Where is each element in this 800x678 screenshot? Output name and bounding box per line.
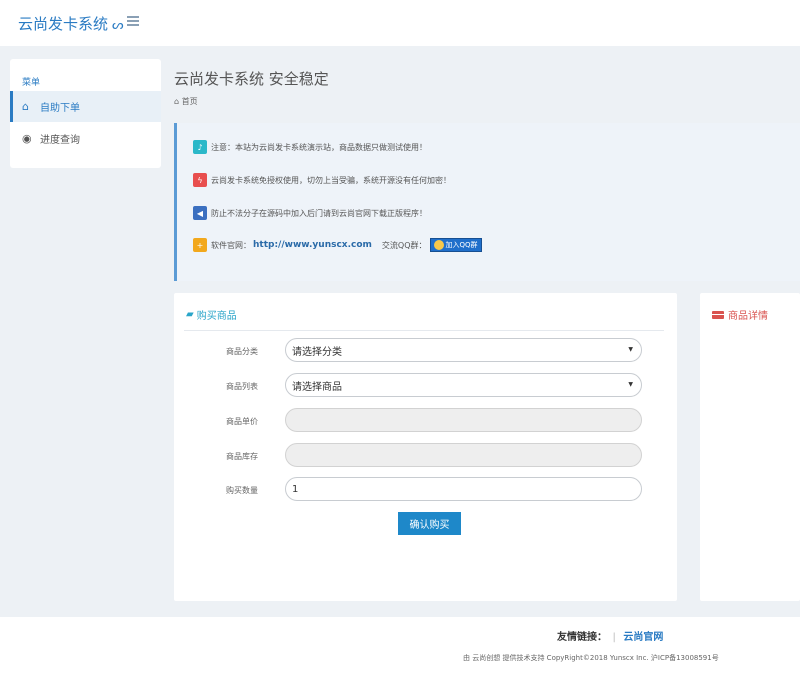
join-qq-button[interactable]: 加入QQ群 <box>429 238 482 252</box>
notice-row: ♪ 注意：本站为云尚发卡系统演示站，商品数据只做测试使用！ <box>193 140 427 154</box>
qq-label: 交流QQ群： <box>381 240 427 250</box>
sidebar-title: 菜单 <box>22 78 41 88</box>
quantity-label: 购买数量 <box>226 486 258 495</box>
top-bar: 云尚发卡系统 ᔕ <box>0 0 800 46</box>
breadcrumb-home[interactable]: 首页 <box>182 97 198 106</box>
footer: 友情链接： | 云尚官网 由 云尚创想 提供技术支持 CopyRight©201… <box>0 617 800 678</box>
notice-text: 云尚发卡系统免授权使用，切勿上当受骗，系统开源没有任何加密！ <box>211 175 451 185</box>
confirm-buy-button[interactable]: 确认购买 <box>398 512 461 535</box>
buy-panel-title: ▰ 购买商品 <box>186 307 237 322</box>
price-label: 商品单价 <box>226 417 258 426</box>
friend-link[interactable]: 云尚官网 <box>623 632 663 643</box>
quantity-value: 1 <box>292 483 299 495</box>
buy-panel: ▰ 购买商品 商品分类 请选择分类 ▼ 商品列表 请选择商品 ▼ 商品单价 商品… <box>174 293 677 601</box>
sidebar: 菜单 ⌂ 自助下单 ◉ 进度查询 <box>10 59 161 168</box>
join-qq-label: 加入QQ群 <box>445 241 478 249</box>
friend-links: 友情链接： | 云尚官网 <box>557 628 663 643</box>
notice-text: 防止不法分子在源码中加入后门请到云尚官网下载正版程序！ <box>211 208 427 218</box>
page-title: 云尚发卡系统 安全稳定 <box>174 70 329 88</box>
credit-card-icon <box>712 310 724 319</box>
category-select[interactable]: 请选择分类 ▼ <box>285 338 642 362</box>
friend-label: 友情链接： <box>557 632 607 643</box>
sidebar-item-self-order[interactable]: ⌂ 自助下单 <box>10 91 161 122</box>
product-value: 请选择商品 <box>292 381 342 393</box>
chevron-down-icon: ▼ <box>628 346 633 353</box>
infinity-icon: ᔕ <box>112 18 124 33</box>
shopping-bag-icon: ▰ <box>186 309 194 320</box>
plus-icon: + <box>193 238 207 252</box>
stock-field <box>285 443 642 467</box>
qq-icon <box>433 240 444 250</box>
category-label: 商品分类 <box>226 347 258 356</box>
quantity-input[interactable]: 1 <box>285 477 642 501</box>
notice-box: ♪ 注意：本站为云尚发卡系统演示站，商品数据只做测试使用！ ϟ 云尚发卡系统免授… <box>174 123 800 281</box>
bolt-icon: ϟ <box>193 173 207 187</box>
chevron-down-icon: ▼ <box>628 381 633 388</box>
notice-row: + 软件官网： http://www.yunscx.com 交流QQ群： 加入Q… <box>193 238 482 252</box>
brand-name: 云尚发卡系统 <box>18 15 109 33</box>
eye-icon: ◉ <box>22 132 32 145</box>
sidebar-item-progress[interactable]: ◉ 进度查询 <box>10 123 161 154</box>
copyright: 由 云尚创想 提供技术支持 CopyRight©2018 Yunscx Inc.… <box>463 654 719 662</box>
separator: | <box>612 632 616 643</box>
list-icon[interactable] <box>127 16 139 27</box>
buy-title: 购买商品 <box>196 311 237 322</box>
stock-label: 商品库存 <box>226 452 258 461</box>
sidebar-item-label: 进度查询 <box>40 135 80 146</box>
divider <box>184 330 664 331</box>
category-value: 请选择分类 <box>292 346 342 358</box>
home-icon: ⌂ <box>174 97 180 106</box>
site-label: 软件官网： <box>211 240 251 250</box>
brand-logo[interactable]: 云尚发卡系统 ᔕ <box>18 13 124 34</box>
product-label: 商品列表 <box>226 382 258 391</box>
breadcrumb: ⌂ 首页 <box>174 96 198 107</box>
notice-row: ϟ 云尚发卡系统免授权使用，切勿上当受骗，系统开源没有任何加密！ <box>193 173 451 187</box>
detail-panel: 商品详情 <box>700 293 800 601</box>
detail-title: 商品详情 <box>728 311 768 322</box>
home-icon: ⌂ <box>22 100 29 113</box>
site-link[interactable]: http://www.yunscx.com <box>253 240 372 250</box>
notice-row: ◀ 防止不法分子在源码中加入后门请到云尚官网下载正版程序！ <box>193 206 427 220</box>
bell-icon: ♪ <box>193 140 207 154</box>
notice-text: 注意：本站为云尚发卡系统演示站，商品数据只做测试使用！ <box>211 142 427 152</box>
megaphone-icon: ◀ <box>193 206 207 220</box>
product-select[interactable]: 请选择商品 ▼ <box>285 373 642 397</box>
price-field <box>285 408 642 432</box>
sidebar-item-label: 自助下单 <box>40 103 80 114</box>
detail-panel-title: 商品详情 <box>712 307 768 322</box>
